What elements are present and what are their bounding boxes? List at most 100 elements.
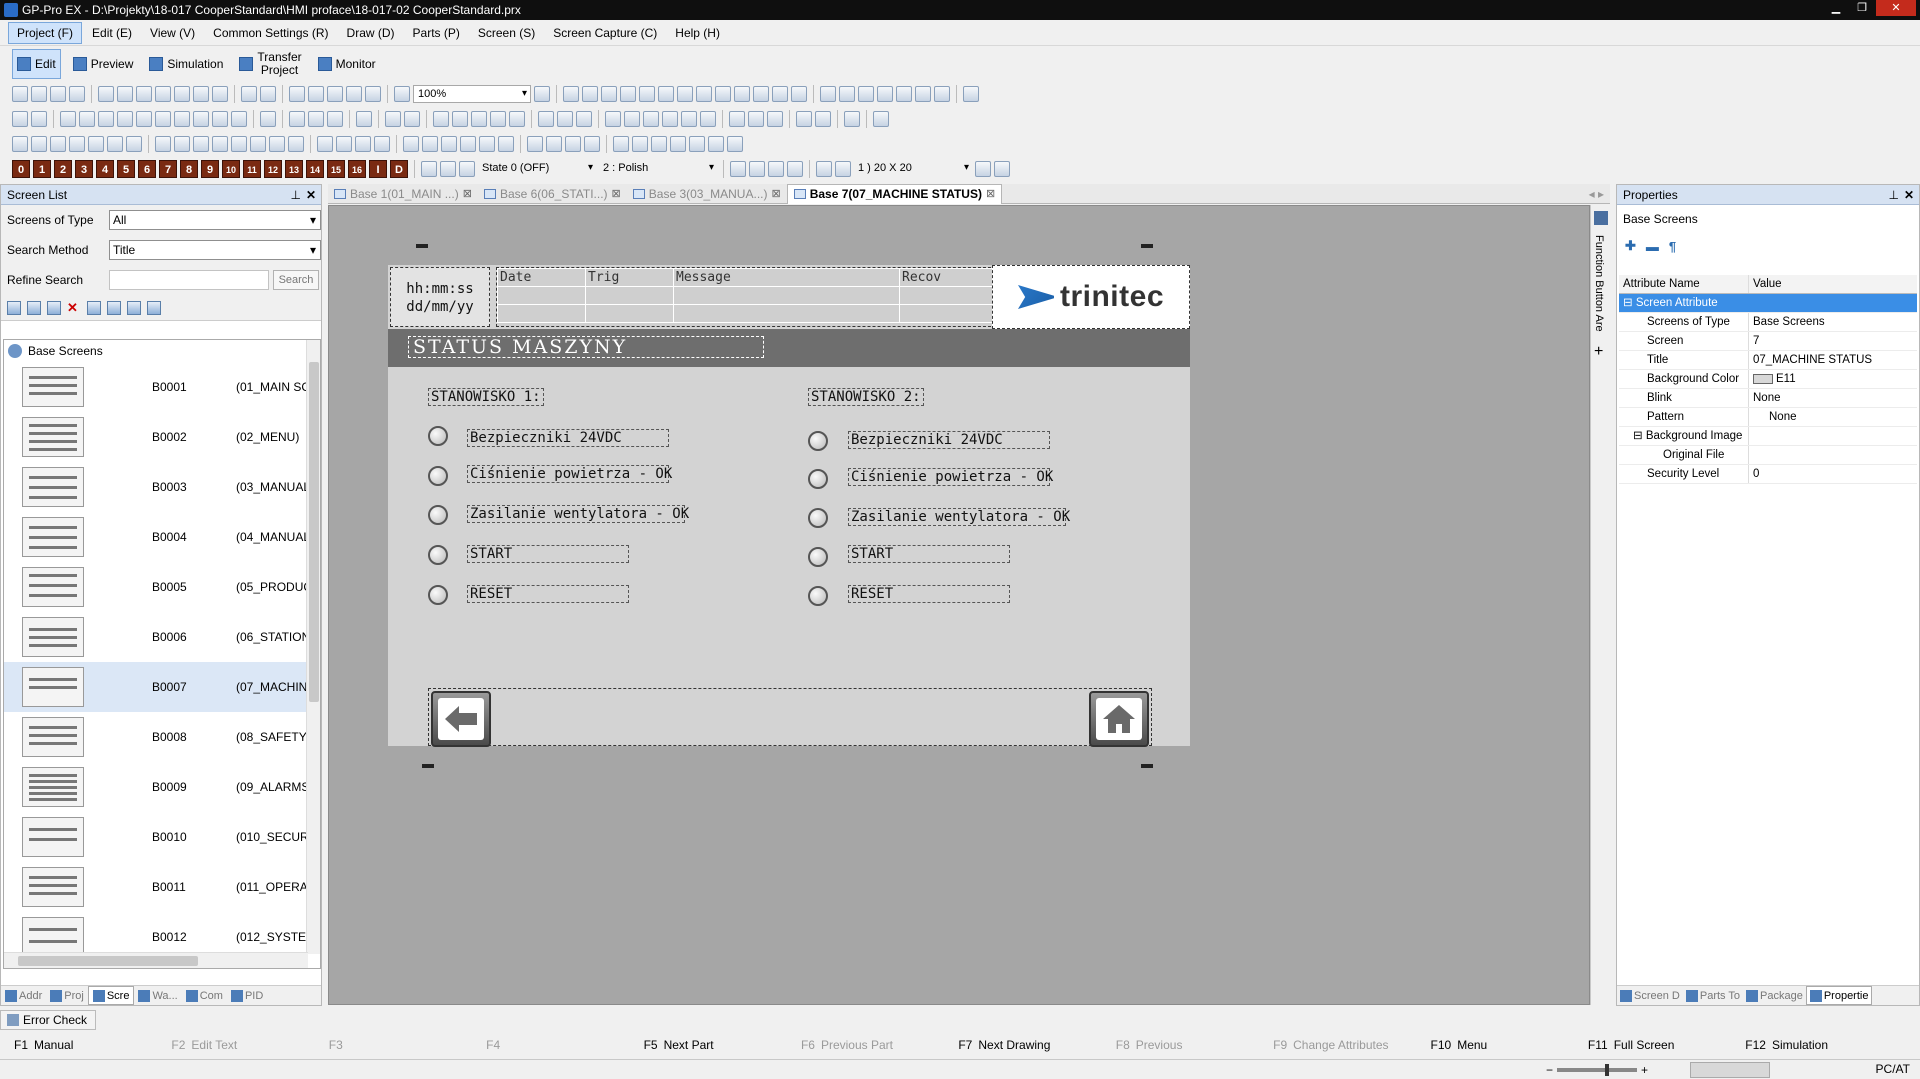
menu-project[interactable]: Project (F) <box>8 21 83 44</box>
align-center-icon[interactable] <box>174 136 190 152</box>
switch-icon[interactable] <box>563 86 579 102</box>
recipe-icon[interactable] <box>696 86 712 102</box>
parts-trend-icon[interactable] <box>452 111 468 127</box>
align-middle-icon[interactable] <box>231 136 247 152</box>
image-icon[interactable] <box>231 111 247 127</box>
screen-item-b0001[interactable]: B0001 (01_MAIN SCREEN) <box>4 362 320 412</box>
window-icon[interactable] <box>174 86 190 102</box>
lamp-s2-start[interactable] <box>808 547 828 567</box>
rotate-right-icon[interactable] <box>336 136 352 152</box>
resize-handle[interactable] <box>416 244 428 248</box>
rectangle-icon[interactable] <box>117 111 133 127</box>
close-tab-icon[interactable]: ⊠ <box>986 184 995 204</box>
parts-hand-icon[interactable] <box>796 111 812 127</box>
tree-root[interactable]: Base Screens <box>4 340 320 362</box>
fkey-f11[interactable]: F11 Full Screen <box>1574 1038 1731 1052</box>
tab-pid[interactable]: PID <box>227 986 267 1005</box>
print-icon[interactable] <box>98 86 114 102</box>
screen-attribute-section[interactable]: ⊟ Screen Attribute <box>1619 294 1917 313</box>
state-15-button[interactable]: 15 <box>327 160 345 178</box>
table-icon[interactable] <box>915 86 931 102</box>
parts-globe-icon[interactable] <box>873 111 889 127</box>
tab-screens[interactable]: Scre <box>87 986 135 1005</box>
duplicate-icon[interactable] <box>346 86 362 102</box>
tag-icon[interactable] <box>896 86 912 102</box>
lamp-s1-start[interactable] <box>428 545 448 565</box>
fkey-f7[interactable]: F7 Next Drawing <box>944 1038 1101 1052</box>
tab-common[interactable]: Com <box>182 986 227 1005</box>
lamp-s1-reset[interactable] <box>428 585 448 605</box>
close-panel-icon[interactable]: ✕ <box>1904 185 1914 205</box>
same-width-icon[interactable] <box>403 136 419 152</box>
id-icon[interactable] <box>730 161 746 177</box>
preview-small-icon[interactable] <box>69 86 85 102</box>
flip-h-icon[interactable] <box>355 136 371 152</box>
state-d-button[interactable]: D <box>390 160 408 178</box>
prop-pattern[interactable]: Pattern None <box>1619 408 1917 427</box>
screen-size-icon[interactable] <box>816 161 832 177</box>
fkey-f6[interactable]: F6 Previous Part <box>787 1038 944 1052</box>
key-icon[interactable] <box>658 86 674 102</box>
rotate-left-icon[interactable] <box>317 136 333 152</box>
tab-parts-toolbox[interactable]: Parts To <box>1683 986 1743 1005</box>
state-i-button[interactable]: I <box>369 160 387 178</box>
import-icon[interactable] <box>212 86 228 102</box>
prop-security-level[interactable]: Security Level 0 <box>1619 465 1917 484</box>
library-icon[interactable] <box>839 86 855 102</box>
swap-icon[interactable] <box>708 136 724 152</box>
paragraph-icon[interactable]: ¶ <box>1669 239 1676 254</box>
state-13-button[interactable]: 13 <box>285 160 303 178</box>
document-icon[interactable] <box>858 86 874 102</box>
fkey-f5[interactable]: F5 Next Part <box>630 1038 787 1052</box>
screen-item-b0003[interactable]: B0003 (03_MANUAL <box>4 462 320 512</box>
same-height-icon[interactable] <box>422 136 438 152</box>
polyline-icon[interactable] <box>98 111 114 127</box>
arc-icon[interactable] <box>174 111 190 127</box>
state-9-button[interactable]: 9 <box>201 160 219 178</box>
grid-show-icon[interactable] <box>994 161 1010 177</box>
minimize-icon[interactable]: ▁ <box>1824 0 1848 16</box>
help-pointer-icon[interactable] <box>963 86 979 102</box>
screen-filter-icon[interactable] <box>147 300 161 315</box>
parts-bar-icon[interactable] <box>404 111 420 127</box>
state-11-button[interactable]: 11 <box>243 160 261 178</box>
bring-icon[interactable] <box>479 136 495 152</box>
close-tab-icon[interactable]: ⊠ <box>771 184 780 204</box>
distribute-v-icon[interactable] <box>288 136 304 152</box>
ungroup-icon[interactable] <box>31 136 47 152</box>
screen-item-b0010[interactable]: B0010 (010_SECURI <box>4 812 320 862</box>
parts-file-icon[interactable] <box>643 111 659 127</box>
screen-item-b0002[interactable]: B0002 (02_MENU) <box>4 412 320 462</box>
grid-select[interactable]: 1 ) 20 X 20 <box>854 160 972 178</box>
view-mode3-icon[interactable] <box>459 161 475 177</box>
state-7-button[interactable]: 7 <box>159 160 177 178</box>
select-icon[interactable] <box>12 111 28 127</box>
menu-view[interactable]: View (V) <box>142 23 203 43</box>
chain-icon[interactable] <box>670 136 686 152</box>
pin-icon[interactable]: ⊥ <box>291 185 301 205</box>
new-screen-icon[interactable] <box>7 300 21 315</box>
parts-switch-lamp-icon[interactable] <box>327 111 343 127</box>
pin-icon[interactable]: ⊥ <box>1889 185 1899 205</box>
transfer-project-button[interactable]: Transfer Project <box>235 49 305 79</box>
device-icon[interactable] <box>136 86 152 102</box>
distribute-h-icon[interactable] <box>269 136 285 152</box>
cut-icon[interactable] <box>289 86 305 102</box>
layer-icon[interactable] <box>820 86 836 102</box>
fkey-f2[interactable]: F2 Edit Text <box>157 1038 314 1052</box>
state-4-button[interactable]: 4 <box>96 160 114 178</box>
close-tab-icon[interactable]: ⊠ <box>463 184 472 204</box>
tab-package[interactable]: Package <box>1743 986 1806 1005</box>
screen-item-b0008[interactable]: B0008 (08_SAFETY S <box>4 712 320 762</box>
state-16-button[interactable]: 16 <box>348 160 366 178</box>
tab-addr[interactable]: Addr <box>1 986 46 1005</box>
doc-tab-base1[interactable]: Base 1(01_MAIN ...) ⊠ <box>328 184 478 204</box>
same-size-icon[interactable] <box>441 136 457 152</box>
split-icon[interactable] <box>546 136 562 152</box>
align-left-icon[interactable] <box>155 136 171 152</box>
preview-button[interactable]: Preview <box>69 49 138 79</box>
state-14-button[interactable]: 14 <box>306 160 324 178</box>
add-function-icon[interactable]: + <box>1594 343 1603 361</box>
screen-item-b0007[interactable]: B0007 (07_MACHINE <box>4 662 320 712</box>
align-bottom-icon[interactable] <box>250 136 266 152</box>
